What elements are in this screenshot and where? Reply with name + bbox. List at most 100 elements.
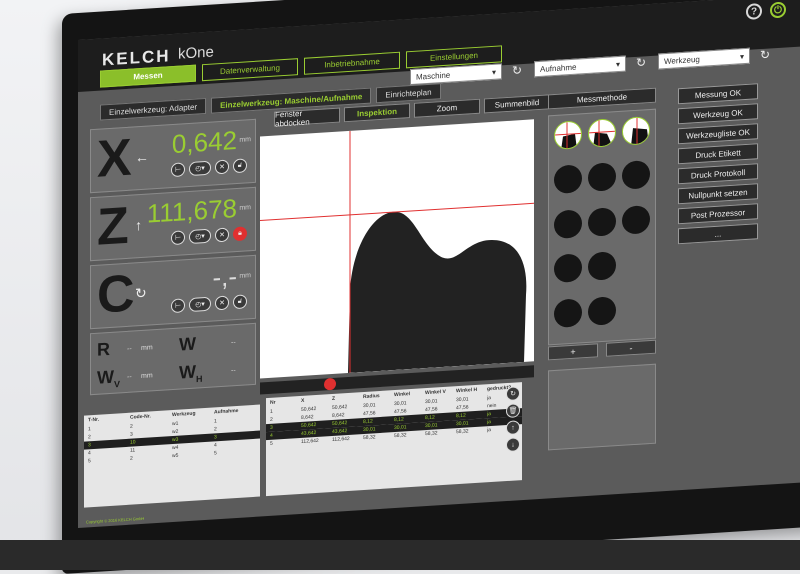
range-icon[interactable]: ⊢ bbox=[171, 162, 185, 178]
nullpunkt-setzen-button[interactable]: Nullpunkt setzen bbox=[678, 183, 758, 205]
method-option-3[interactable] bbox=[622, 116, 650, 146]
col-x: X bbox=[301, 397, 305, 404]
werkzeug-ok-button[interactable]: Werkzeug OK bbox=[678, 103, 758, 125]
table-cell: 5 bbox=[214, 450, 217, 457]
method-option-8[interactable] bbox=[588, 206, 616, 237]
table-cell: 2 bbox=[130, 455, 133, 462]
axis-c-unit: mm bbox=[239, 272, 251, 280]
tab-inspektion[interactable]: Inspektion bbox=[344, 103, 410, 123]
wv-unit: mm bbox=[141, 372, 153, 381]
method-option-4[interactable] bbox=[554, 164, 582, 195]
col-nr: Nr bbox=[270, 399, 276, 406]
add-method-button[interactable]: + bbox=[548, 343, 598, 361]
refresh-icon[interactable]: ↻ bbox=[760, 47, 772, 62]
table-cell: w5 bbox=[172, 452, 179, 460]
axis-z: Z ↑ 111,678 mm ⊢ ◴▾ ✕ 🔒︎ bbox=[90, 186, 256, 262]
method-option-6[interactable] bbox=[622, 160, 650, 191]
cross-icon[interactable]: ✕ bbox=[215, 159, 229, 175]
druck-protokoll-button[interactable]: Druck Protokoll bbox=[678, 163, 758, 185]
remove-method-button[interactable]: - bbox=[606, 339, 656, 357]
method-option-10[interactable] bbox=[554, 253, 582, 284]
col-tnr: T-Nr. bbox=[88, 416, 100, 424]
method-preview-icon bbox=[631, 117, 649, 146]
subtab-einrichteplan[interactable]: Einrichteplan bbox=[376, 83, 441, 104]
table-cell: 112,642 bbox=[301, 437, 319, 445]
range-icon[interactable]: ⊢ bbox=[171, 298, 185, 314]
more-button[interactable]: ... bbox=[678, 223, 758, 245]
method-option-11[interactable] bbox=[588, 251, 616, 282]
action-buttons: Messung OK Werkzeug OK Werkzeugliste OK … bbox=[678, 83, 758, 245]
col-winkel-v: Winkel V bbox=[425, 388, 446, 397]
subtab-adapter[interactable]: Einzelwerkzeug: Adapter bbox=[100, 97, 207, 121]
tab-zoom[interactable]: Zoom bbox=[414, 98, 480, 118]
r-value: -- bbox=[127, 345, 132, 353]
table-scroll-controls: ↻ 🗑︎ ↑ ↓ bbox=[506, 386, 520, 453]
machine-select-value: Maschine bbox=[416, 70, 451, 82]
cross-icon[interactable]: ✕ bbox=[215, 227, 229, 243]
table-cell: 58,32 bbox=[363, 434, 376, 442]
wh-label: WH bbox=[179, 361, 203, 385]
copyright-text: Copyright © 2016 KELCH GmbH bbox=[86, 515, 145, 525]
lock-icon[interactable]: 🔓︎ bbox=[233, 158, 247, 174]
table-cell: 58,32 bbox=[394, 432, 407, 440]
refresh-icon[interactable]: ↻ bbox=[506, 386, 520, 402]
tab-inbetriebnahme[interactable]: Inbetriebnahme bbox=[304, 51, 400, 75]
mode-dropdown-icon[interactable]: ◴▾ bbox=[189, 160, 211, 177]
axis-x-buttons: ⊢ ◴▾ ✕ 🔓︎ bbox=[171, 158, 247, 178]
tab-fenster-abdocken[interactable]: Fenster abdocken bbox=[274, 107, 340, 128]
messung-ok-button[interactable]: Messung OK bbox=[678, 83, 758, 105]
chevron-down-icon: ▾ bbox=[491, 67, 496, 77]
method-option-7[interactable] bbox=[554, 209, 582, 239]
scroll-handle[interactable] bbox=[324, 377, 336, 391]
cross-icon[interactable]: ✕ bbox=[215, 295, 229, 311]
axis-c-value: -,- bbox=[212, 260, 237, 293]
method-preview-icon bbox=[555, 122, 582, 151]
method-option-14[interactable] bbox=[588, 295, 616, 326]
messmethode-title: Messmethode bbox=[548, 87, 656, 110]
lock-icon[interactable]: 🔒︎ bbox=[233, 226, 247, 242]
post-prozessor-button[interactable]: Post Prozessor bbox=[678, 203, 758, 225]
axis-c: C ↻ -,- mm ⊢ ◴▾ ✕ 🔓︎ bbox=[90, 254, 256, 330]
druck-etikett-button[interactable]: Druck Etikett bbox=[678, 143, 758, 165]
axis-c-letter: C bbox=[97, 264, 135, 325]
refresh-icon[interactable]: ↻ bbox=[636, 55, 648, 70]
refresh-icon[interactable]: ↻ bbox=[512, 63, 524, 78]
werkzeugliste-ok-button[interactable]: Werkzeugliste OK bbox=[678, 123, 758, 145]
method-option-5[interactable] bbox=[588, 162, 616, 193]
wv-label: WV bbox=[97, 366, 120, 390]
col-radius: Radius bbox=[363, 393, 380, 401]
chevron-down-icon: ▾ bbox=[739, 51, 744, 61]
col-winkel: Winkel bbox=[394, 391, 411, 399]
arrow-down-icon[interactable]: ↓ bbox=[506, 437, 520, 453]
axis-z-unit: mm bbox=[239, 204, 251, 212]
trash-icon[interactable]: 🗑︎ bbox=[506, 403, 520, 419]
method-option-1[interactable] bbox=[554, 120, 582, 151]
inspection-viewport[interactable] bbox=[260, 119, 534, 379]
help-icon[interactable]: ? bbox=[746, 2, 762, 20]
tool-silhouette bbox=[348, 211, 527, 374]
info-panel bbox=[548, 363, 656, 451]
wh-sub: H bbox=[196, 373, 203, 385]
mode-dropdown-icon[interactable]: ◴▾ bbox=[189, 296, 211, 313]
wv-sub: V bbox=[114, 378, 121, 390]
axis-z-value: 111,678 bbox=[146, 192, 237, 229]
power-icon[interactable]: ⏻ bbox=[770, 1, 786, 19]
tool-contour-svg bbox=[260, 130, 534, 374]
lock-icon[interactable]: 🔓︎ bbox=[233, 294, 247, 310]
mode-dropdown-icon[interactable]: ◴▾ bbox=[189, 228, 211, 245]
axis-x-unit: mm bbox=[239, 136, 251, 144]
arrow-up-icon[interactable]: ↑ bbox=[506, 420, 520, 436]
table-cell: 5 bbox=[270, 440, 273, 447]
tool-select-value: Werkzeug bbox=[664, 54, 700, 66]
tab-datenverwaltung[interactable]: Datenverwaltung bbox=[202, 58, 298, 82]
holder-select-value: Aufnahme bbox=[540, 62, 577, 74]
method-option-9[interactable] bbox=[622, 204, 650, 235]
method-option-2[interactable] bbox=[588, 118, 616, 148]
range-icon[interactable]: ⊢ bbox=[171, 230, 185, 246]
measurement-table: Nr X Z Radius Winkel Winkel V Winkel H g… bbox=[266, 382, 522, 497]
messmethode-panel: Messmethode bbox=[548, 87, 656, 346]
method-grid bbox=[548, 108, 656, 346]
w-label: W bbox=[179, 333, 196, 355]
tab-summenbild[interactable]: Summenbild bbox=[484, 94, 550, 114]
method-option-13[interactable] bbox=[554, 297, 582, 328]
